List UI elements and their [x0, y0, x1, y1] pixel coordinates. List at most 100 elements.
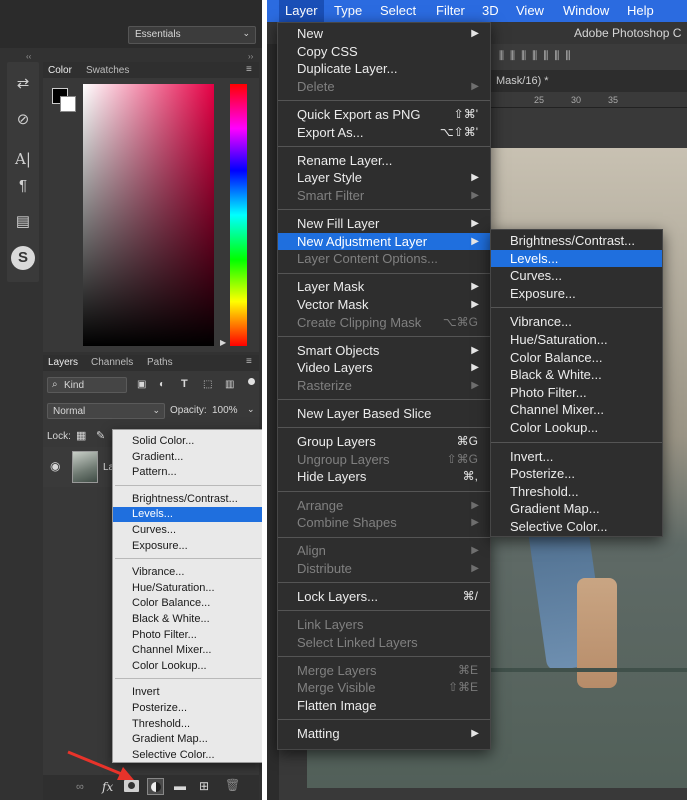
menu-item-label: New Fill Layer	[297, 216, 380, 232]
layer-menu-item-merge-layers: Merge Layers ⌘E	[278, 662, 490, 680]
menu-item-label: Selective Color...	[510, 519, 608, 534]
submenu-arrow-icon: ▶	[471, 380, 479, 392]
menu-separator	[491, 307, 662, 309]
menu-item-label: Delete	[297, 78, 335, 94]
ruler-number-35: 35	[608, 95, 619, 105]
menu-item-label: Combine Shapes	[297, 515, 397, 531]
layer-menu-item-layer-content-options: Layer Content Options...	[278, 250, 490, 268]
layer-menu-item-copy-css[interactable]: Copy CSS	[278, 43, 490, 61]
submenu-item-color-balance[interactable]: Color Balance...	[491, 349, 662, 367]
menu-view[interactable]: View	[510, 0, 550, 22]
layer-menu-item-video-layers[interactable]: Video Layers ▶	[278, 359, 490, 377]
layer-menu-item-new-fill-layer[interactable]: New Fill Layer ▶	[278, 215, 490, 233]
submenu-arrow-icon: ▶	[471, 218, 479, 230]
left-panel-screenshot: Essentials ⌄ ‹‹ ›› ⇄ ⊘ A| ¶ ▤ S Color Sw…	[0, 0, 262, 800]
menu-select[interactable]: Select	[374, 0, 422, 22]
layer-menu-item-duplicate-layer[interactable]: Duplicate Layer...	[278, 60, 490, 78]
menu-item-label: Channel Mixer...	[510, 402, 604, 418]
layer-menu-item-quick-export-as-png[interactable]: Quick Export as PNG ⇧⌘'	[278, 106, 490, 124]
layer-menu-item-vector-mask[interactable]: Vector Mask ▶	[278, 296, 490, 314]
submenu-arrow-icon: ▶	[471, 28, 479, 39]
submenu-item-hue-saturation[interactable]: Hue/Saturation...	[491, 331, 662, 349]
menu-item-label: Photo Filter...	[510, 384, 587, 400]
submenu-item-vibrance[interactable]: Vibrance...	[491, 313, 662, 331]
menu-filter[interactable]: Filter	[430, 0, 471, 22]
submenu-item-posterize[interactable]: Posterize...	[491, 465, 662, 483]
submenu-item-exposure[interactable]: Exposure...	[491, 285, 662, 303]
menu-item-label: Levels...	[510, 250, 559, 266]
layer-menu-item-new-adjustment-layer[interactable]: New Adjustment Layer ▶	[278, 232, 490, 251]
layer-menu-item-layer-style[interactable]: Layer Style ▶	[278, 169, 490, 187]
layer-menu-item-new[interactable]: New ▶	[278, 25, 490, 43]
menu-item-label: Rename Layer...	[297, 152, 393, 168]
layer-menu-item-hide-layers[interactable]: Hide Layers ⌘,	[278, 468, 490, 486]
submenu-arrow-icon: ▶	[471, 517, 479, 529]
menu-item-label: Exposure...	[510, 285, 576, 301]
right-panel-screenshot: Layer Type Select Filter 3D View Window …	[267, 0, 687, 800]
menu-separator	[278, 146, 490, 147]
submenu-arrow-icon: ▶	[471, 344, 479, 356]
menu-separator	[491, 441, 662, 443]
menu-separator	[278, 336, 490, 338]
layer-menu-item-group-layers[interactable]: Group Layers ⌘G	[278, 433, 490, 451]
menu-help[interactable]: Help	[621, 0, 660, 22]
menu-separator	[278, 399, 490, 401]
submenu-item-selective-color[interactable]: Selective Color...	[491, 518, 662, 536]
menu-item-label: Invert...	[510, 448, 554, 464]
submenu-item-channel-mixer[interactable]: Channel Mixer...	[491, 401, 662, 419]
submenu-item-curves[interactable]: Curves...	[491, 267, 662, 285]
submenu-arrow-icon: ▶	[471, 172, 479, 184]
layer-menu-item-link-layers: Link Layers	[278, 616, 490, 634]
layer-menu-item-arrange: Arrange ▶	[278, 497, 490, 515]
submenu-item-color-lookup[interactable]: Color Lookup...	[491, 419, 662, 437]
menu-3d[interactable]: 3D	[476, 0, 505, 22]
menu-item-label: Flatten Image	[297, 697, 377, 713]
menu-item-label: Copy CSS	[297, 43, 358, 59]
submenu-arrow-icon: ▶	[471, 728, 479, 739]
menu-item-label: Lock Layers...	[297, 588, 378, 604]
layer-menu-item-new-layer-based-slice[interactable]: New Layer Based Slice	[278, 405, 490, 423]
menu-item-label: Matting	[297, 726, 340, 741]
layer-menu-item-rename-layer[interactable]: Rename Layer...	[278, 152, 490, 170]
layer-menu-item-smart-objects[interactable]: Smart Objects ▶	[278, 342, 490, 360]
layer-menu-item-align: Align ▶	[278, 542, 490, 560]
menu-separator	[278, 427, 490, 429]
menu-item-label: Create Clipping Mask	[297, 314, 422, 330]
layer-menu-item-export-as[interactable]: Export As... ⌥⇧⌘'	[278, 124, 490, 142]
submenu-arrow-icon: ▶	[471, 281, 479, 293]
layer-menu-item-delete: Delete ▶	[278, 78, 490, 96]
submenu-item-brightness-contrast[interactable]: Brightness/Contrast...	[491, 232, 662, 250]
submenu-item-threshold[interactable]: Threshold...	[491, 483, 662, 501]
align-icons[interactable]: ⫼⫼⫼⫼⫼⫼⫼	[499, 50, 576, 63]
menu-item-label: Select Linked Layers	[297, 634, 418, 650]
submenu-item-gradient-map[interactable]: Gradient Map...	[491, 500, 662, 518]
layer-menu-item-merge-visible: Merge Visible ⇧⌘E	[278, 679, 490, 697]
layer-menu-item-smart-filter: Smart Filter ▶	[278, 187, 490, 205]
submenu-item-photo-filter[interactable]: Photo Filter...	[491, 384, 662, 402]
layer-menu-item-distribute: Distribute ▶	[278, 560, 490, 578]
menu-layer[interactable]: Layer	[279, 0, 324, 22]
submenu-arrow-icon: ▶	[471, 562, 479, 574]
menu-window[interactable]: Window	[557, 0, 615, 22]
menu-separator	[278, 209, 490, 211]
submenu-arrow-icon: ▶	[471, 499, 479, 511]
layer-menu-item-matting[interactable]: Matting ▶	[278, 725, 490, 743]
menu-type[interactable]: Type	[328, 0, 368, 22]
layer-menu-item-layer-mask[interactable]: Layer Mask ▶	[278, 278, 490, 296]
menu-item-label: Hue/Saturation...	[510, 332, 608, 347]
menu-item-label: Layer Content Options...	[297, 251, 438, 267]
shortcut-label: ⌘E	[457, 662, 478, 677]
menu-separator	[278, 272, 490, 274]
submenu-item-black-white[interactable]: Black & White...	[491, 366, 662, 384]
menu-separator	[278, 719, 490, 721]
document-tab[interactable]: Mask/16) *	[496, 75, 549, 87]
layer-menu-item-combine-shapes: Combine Shapes ▶	[278, 514, 490, 532]
layer-menu-item-lock-layers[interactable]: Lock Layers... ⌘/	[278, 588, 490, 606]
submenu-item-invert[interactable]: Invert...	[491, 448, 662, 466]
menu-item-label: New Layer Based Slice	[297, 406, 432, 422]
menu-item-label: Duplicate Layer...	[297, 61, 398, 77]
menu-item-label: Merge Visible	[297, 680, 376, 696]
shortcut-label: ⇧⌘G	[446, 451, 478, 466]
layer-menu-item-flatten-image[interactable]: Flatten Image	[278, 697, 490, 715]
submenu-item-levels[interactable]: Levels...	[491, 249, 662, 268]
